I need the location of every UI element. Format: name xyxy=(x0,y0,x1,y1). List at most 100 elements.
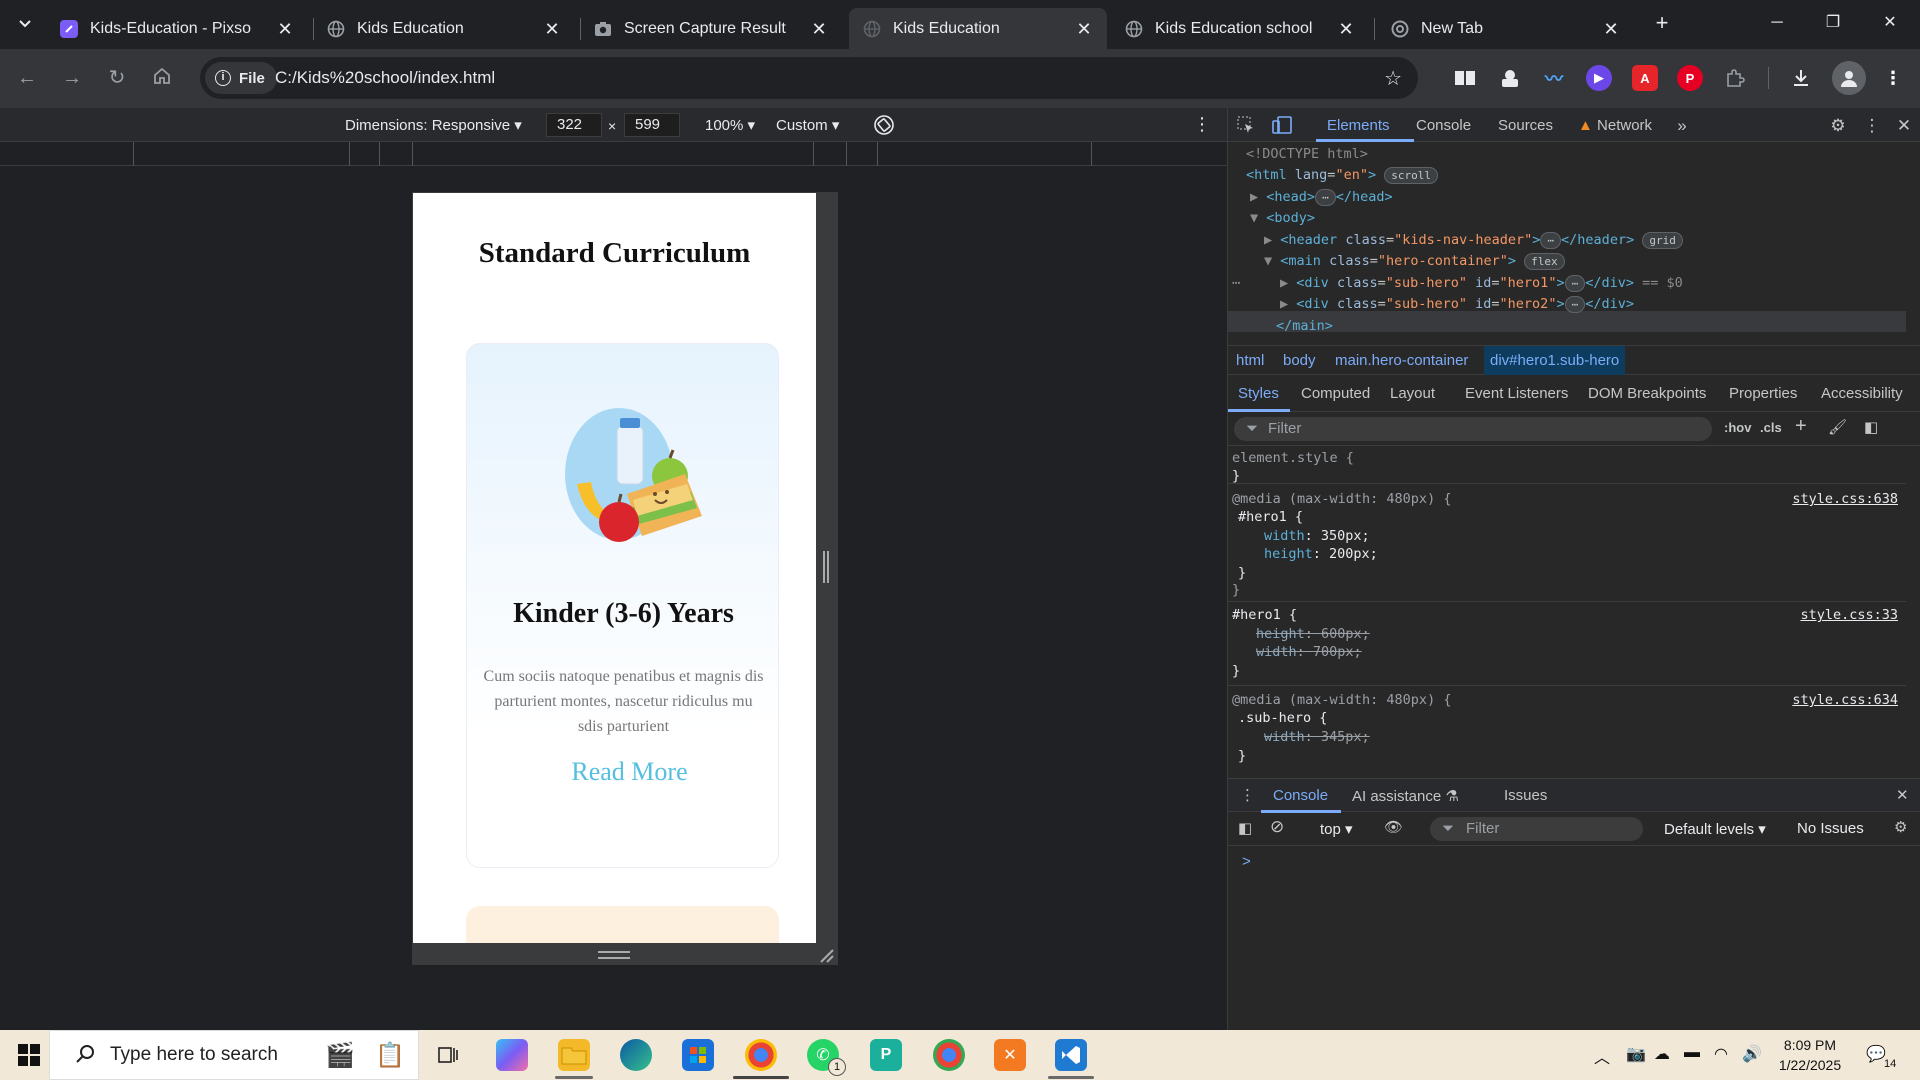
console-filter-input[interactable]: ⏷ Filter xyxy=(1430,817,1643,841)
source-link[interactable]: style.css:33 xyxy=(1800,606,1898,625)
dom-more-icon[interactable]: ⋯ xyxy=(1232,273,1240,295)
dom-main[interactable]: ▼ <main class="hero-container"> flex xyxy=(1264,251,1565,273)
copilot-icon[interactable] xyxy=(496,1039,528,1071)
dom-body[interactable]: ▼ <body> xyxy=(1250,208,1315,230)
close-tab-icon[interactable]: ✕ xyxy=(276,20,294,38)
scroll-badge[interactable]: scroll xyxy=(1384,167,1438,184)
close-tab-icon[interactable]: ✕ xyxy=(810,20,828,38)
extension-wave-icon[interactable]: 〰 xyxy=(1541,65,1567,91)
subtab-event-listeners[interactable]: Event Listeners xyxy=(1465,385,1568,402)
address-bar[interactable]: i File C:/Kids%20school/index.html ☆ xyxy=(200,57,1418,99)
drawer-menu-icon[interactable]: ⋮ xyxy=(1240,786,1255,804)
extension-play-icon[interactable]: ▶ xyxy=(1586,65,1612,91)
acrobat-icon[interactable]: A xyxy=(1632,65,1658,91)
battery-icon[interactable]: ▬ xyxy=(1684,1044,1700,1062)
tab-kids-education-1[interactable]: Kids Education ✕ xyxy=(313,8,575,49)
wifi-icon[interactable]: ◠ xyxy=(1714,1044,1728,1064)
device-toolbar-menu-icon[interactable]: ⋮ xyxy=(1193,114,1211,135)
dom-head[interactable]: ▶ <head> ⋯ </head> xyxy=(1250,187,1393,209)
clock[interactable]: 8:09 PM 1/22/2025 xyxy=(1770,1035,1850,1075)
profile-avatar[interactable] xyxy=(1832,61,1866,95)
site-info-chip[interactable]: i File xyxy=(205,62,277,94)
width-input[interactable]: 322 xyxy=(546,113,602,137)
pinterest-icon[interactable]: P xyxy=(1677,65,1703,91)
store-icon[interactable] xyxy=(682,1039,714,1071)
sidebar-toggle-icon[interactable]: ◧ xyxy=(1864,418,1878,436)
subtab-computed[interactable]: Computed xyxy=(1301,385,1370,402)
drawer-tab-ai-assistance[interactable]: AI assistance ⚗ xyxy=(1352,787,1459,805)
close-tab-icon[interactable]: ✕ xyxy=(1602,20,1620,38)
read-more-link[interactable]: Read More xyxy=(467,757,780,787)
restore-button[interactable]: ❐ xyxy=(1818,10,1848,36)
tab-elements[interactable]: Elements xyxy=(1327,117,1390,134)
rule-element-style[interactable]: element.style { } xyxy=(1228,446,1906,484)
extensions-puzzle-icon[interactable] xyxy=(1722,65,1748,91)
eye-icon[interactable]: 👁 xyxy=(1384,818,1403,836)
context-dropdown[interactable]: top ▾ xyxy=(1320,820,1353,838)
reading-list-icon[interactable] xyxy=(1452,65,1478,91)
issues-counter[interactable]: No Issues xyxy=(1797,820,1864,837)
home-button[interactable] xyxy=(150,66,174,90)
chrome-profile-icon[interactable] xyxy=(933,1039,965,1071)
back-button[interactable]: ← xyxy=(15,66,39,90)
devtools-menu-icon[interactable]: ⋮ xyxy=(1862,116,1882,136)
pycharm-like-icon[interactable]: P xyxy=(870,1039,902,1071)
close-drawer-icon[interactable]: ✕ xyxy=(1896,786,1909,804)
forward-button[interactable]: → xyxy=(60,66,84,90)
inspect-element-icon[interactable] xyxy=(1236,116,1256,136)
rule-media-hero1[interactable]: @media (max-width: 480px) { style.css:63… xyxy=(1228,484,1906,602)
clear-console-icon[interactable]: ⊘ xyxy=(1270,817,1284,837)
cls-toggle[interactable]: .cls xyxy=(1760,420,1782,435)
tab-new-tab[interactable]: New Tab ✕ xyxy=(1377,8,1634,49)
paint-icon[interactable]: 🖌 xyxy=(1828,418,1847,436)
crumb-main[interactable]: main.hero-container xyxy=(1335,352,1468,369)
subtab-accessibility[interactable]: Accessibility xyxy=(1821,385,1903,402)
console-sidebar-icon[interactable]: ◧ xyxy=(1238,819,1252,837)
dom-header[interactable]: ▶ <header class="kids-nav-header"> ⋯ </hea… xyxy=(1264,230,1683,252)
dom-main-close[interactable]: </main> xyxy=(1276,316,1333,338)
hov-toggle[interactable]: :hov xyxy=(1724,420,1751,435)
download-icon[interactable] xyxy=(1788,65,1814,91)
chrome-icon[interactable] xyxy=(745,1039,777,1071)
console-prompt[interactable]: > xyxy=(1242,853,1251,870)
styles-filter-input[interactable]: ⏷ Filter xyxy=(1234,417,1712,441)
crumb-selected[interactable]: div#hero1.sub-hero xyxy=(1484,346,1626,375)
rule-hero1[interactable]: #hero1 { style.css:33 height: 600px; wid… xyxy=(1228,602,1906,686)
close-tab-icon[interactable]: ✕ xyxy=(1337,20,1355,38)
subtab-dom-breakpoints[interactable]: DOM Breakpoints xyxy=(1588,385,1706,402)
flex-badge[interactable]: flex xyxy=(1524,253,1565,270)
more-tabs-icon[interactable]: » xyxy=(1672,116,1692,136)
task-view-icon[interactable] xyxy=(432,1039,464,1071)
drawer-tab-issues[interactable]: Issues xyxy=(1504,787,1547,804)
dom-div-hero2[interactable]: ▶ <div class="sub-hero" id="hero2"> ⋯ </di… xyxy=(1280,294,1634,316)
grid-badge[interactable]: grid xyxy=(1642,232,1683,249)
bottom-resize-handle[interactable] xyxy=(598,951,630,959)
new-rule-icon[interactable]: + xyxy=(1795,415,1807,438)
source-link[interactable]: style.css:638 xyxy=(1792,490,1898,509)
volume-icon[interactable]: 🔊 xyxy=(1742,1044,1762,1064)
rule-media-subhero[interactable]: @media (max-width: 480px) { style.css:63… xyxy=(1228,686,1906,778)
tab-pixso[interactable]: Kids-Education - Pixso ✕ xyxy=(46,8,308,49)
dom-div-hero1[interactable]: ▶ <div class="sub-hero" id="hero1"> ⋯ </di… xyxy=(1280,273,1683,295)
rotate-icon[interactable] xyxy=(873,114,895,140)
dom-html[interactable]: <html lang="en"> scroll xyxy=(1246,165,1438,187)
close-devtools-icon[interactable]: ✕ xyxy=(1894,116,1914,136)
tab-console[interactable]: Console xyxy=(1416,117,1471,134)
source-link[interactable]: style.css:634 xyxy=(1792,691,1898,710)
tab-sources[interactable]: Sources xyxy=(1498,117,1553,134)
device-toggle-icon[interactable] xyxy=(1272,116,1292,136)
vscode-icon[interactable] xyxy=(1055,1039,1087,1071)
console-settings-icon[interactable]: ⚙ xyxy=(1894,818,1907,836)
subtab-properties[interactable]: Properties xyxy=(1729,385,1797,402)
taskbar-search[interactable]: Type here to search 🎬 📋 xyxy=(49,1030,419,1080)
throttle-dropdown[interactable]: Custom ▾ xyxy=(776,116,839,134)
tab-kids-education-active[interactable]: Kids Education ✕ xyxy=(849,8,1107,49)
xampp-icon[interactable]: ✕ xyxy=(994,1039,1026,1071)
reload-button[interactable]: ↻ xyxy=(105,66,129,90)
dimensions-dropdown[interactable]: Dimensions: Responsive ▾ xyxy=(345,116,522,134)
subtab-layout[interactable]: Layout xyxy=(1390,385,1435,402)
levels-dropdown[interactable]: Default levels ▾ xyxy=(1664,820,1766,838)
side-resize-handle[interactable] xyxy=(823,551,829,583)
network-status-icon[interactable]: ☁ xyxy=(1654,1044,1670,1064)
show-hidden-icons-chevron-up-icon[interactable]: ︿ xyxy=(1594,1044,1610,1068)
